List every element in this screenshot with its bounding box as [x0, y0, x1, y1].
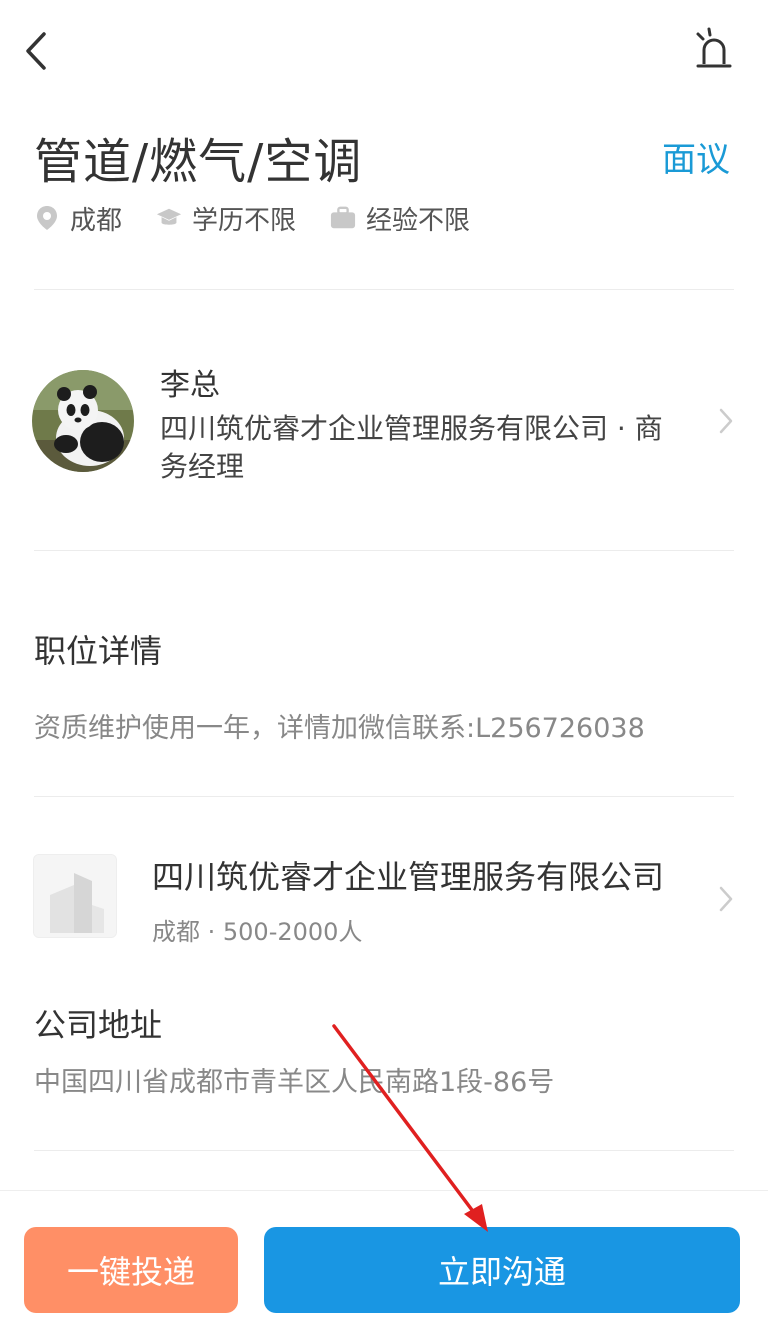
location-pin-icon: [34, 205, 60, 231]
graduation-cap-icon: [156, 205, 182, 231]
chat-now-button[interactable]: 立即沟通: [264, 1227, 740, 1313]
meta-location-text: 成都: [70, 205, 123, 236]
chevron-right-icon: [716, 884, 736, 914]
briefcase-icon: [330, 205, 356, 231]
report-button[interactable]: [690, 26, 738, 74]
meta-experience: 经验不限: [330, 200, 470, 237]
back-button[interactable]: [16, 26, 60, 76]
top-bar: [0, 0, 768, 100]
avatar: [32, 370, 134, 472]
chevron-right-icon: [716, 406, 736, 436]
recruiter-company: 四川筑优睿才企业管理服务有限公司 · 商 务经理: [160, 410, 716, 486]
bottom-action-bar: 一键投递 立即沟通: [0, 1190, 768, 1330]
divider: [34, 289, 734, 290]
recruiter-company-line2: 务经理: [160, 450, 245, 483]
company-card[interactable]: 四川筑优睿才企业管理服务有限公司 成都 · 500-2000人: [0, 840, 768, 950]
company-info: 成都 · 500-2000人: [152, 918, 363, 946]
recruiter-name: 李总: [160, 368, 220, 403]
salary-label: 面议: [662, 140, 730, 180]
divider: [34, 550, 734, 551]
chevron-left-icon: [26, 32, 46, 70]
job-description: 资质维护使用一年，详情加微信联系:L256726038: [34, 713, 645, 744]
company-address: 中国四川省成都市青羊区人民南路1段-86号: [34, 1067, 555, 1098]
company-logo: [33, 854, 117, 938]
one-click-apply-button[interactable]: 一键投递: [24, 1227, 238, 1313]
divider: [34, 796, 734, 797]
address-title: 公司地址: [34, 1006, 163, 1044]
meta-experience-text: 经验不限: [366, 205, 471, 236]
divider: [34, 1150, 734, 1151]
recruiter-company-line1: 四川筑优睿才企业管理服务有限公司 · 商: [160, 412, 663, 445]
job-title: 管道/燃气/空调: [34, 134, 363, 190]
meta-education-text: 学历不限: [192, 205, 297, 236]
meta-location: 成都: [34, 200, 122, 237]
job-meta-row: 成都 学历不限 经验不限: [34, 198, 504, 238]
recruiter-card[interactable]: 李总 四川筑优睿才企业管理服务有限公司 · 商 务经理: [0, 330, 768, 510]
siren-icon: [696, 27, 732, 68]
job-details-title: 职位详情: [34, 632, 163, 670]
company-name: 四川筑优睿才企业管理服务有限公司: [152, 858, 665, 896]
meta-education: 学历不限: [156, 200, 296, 237]
